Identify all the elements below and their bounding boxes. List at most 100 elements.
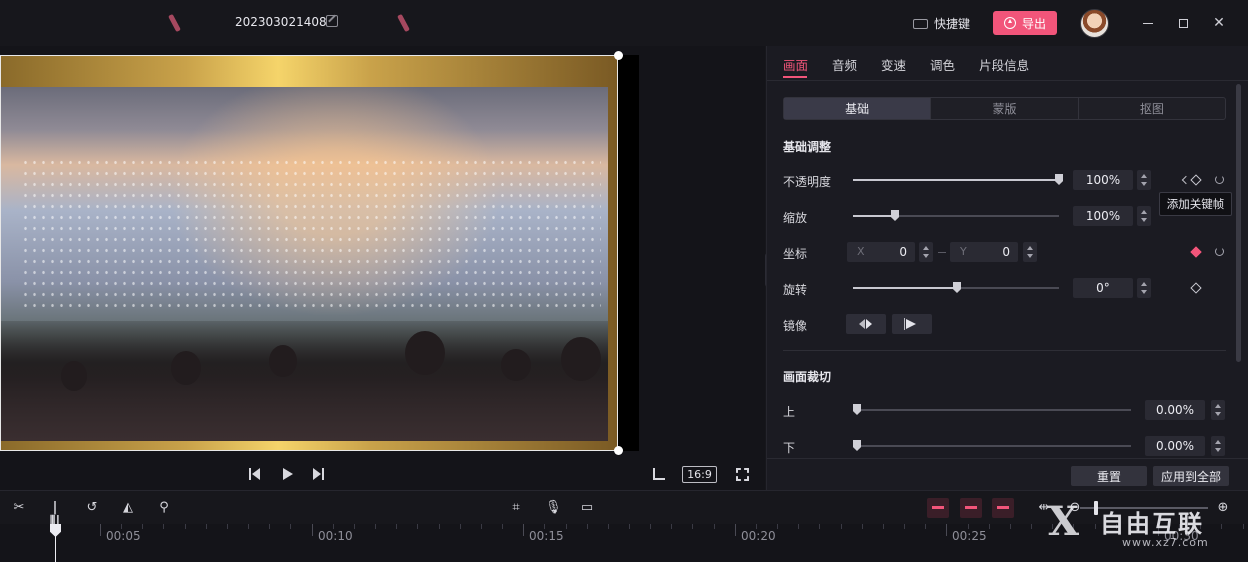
crop-bottom-slider-thumb[interactable] — [853, 440, 861, 451]
playback-bar: 16:9 — [0, 458, 765, 490]
resize-handle[interactable] — [614, 446, 623, 455]
mirror-horizontal-button[interactable] — [846, 314, 886, 334]
previous-frame-icon[interactable] — [249, 468, 261, 480]
position-x-stepper[interactable] — [919, 242, 933, 262]
tab-clip-info[interactable]: 片段信息 — [979, 55, 1029, 74]
next-frame-icon[interactable] — [313, 468, 325, 480]
trim-icon[interactable]: |⦀| — [48, 501, 62, 529]
opacity-value[interactable]: 100% — [1073, 170, 1133, 190]
video-clip-frame[interactable] — [0, 55, 618, 451]
camera-icon[interactable]: ▭ — [580, 501, 594, 515]
export-button[interactable]: 导出 — [993, 11, 1057, 35]
ruler-tick — [925, 524, 926, 529]
reset-button[interactable]: 重置 — [1071, 466, 1147, 486]
maximize-icon — [1178, 18, 1188, 28]
edit-icon[interactable] — [326, 15, 338, 27]
opacity-slider-thumb[interactable] — [1055, 174, 1063, 185]
crop-bottom-slider[interactable] — [853, 440, 1131, 451]
fullscreen-icon[interactable] — [736, 468, 749, 481]
ruler-tick — [460, 524, 461, 529]
position-y-stepper[interactable] — [1023, 242, 1037, 262]
fireworks-sparkle — [21, 157, 601, 307]
ruler-tick — [883, 524, 884, 529]
ruler-tick — [163, 524, 164, 529]
shortcut-label: 快捷键 — [934, 17, 971, 31]
reverse-icon[interactable]: ↺ — [85, 501, 99, 515]
minimize-button[interactable] — [1138, 13, 1158, 33]
add-keyframe-icon[interactable] — [1190, 282, 1202, 294]
crop-top-slider[interactable] — [853, 404, 1131, 415]
position-y-field[interactable]: Y 0 — [950, 242, 1018, 262]
scale-value[interactable]: 100% — [1073, 206, 1133, 226]
subtab-basic[interactable]: 基础 — [784, 98, 932, 119]
previous-keyframe-icon[interactable] — [1181, 175, 1191, 185]
crop-bottom-label: 下 — [783, 441, 796, 455]
subtab-mask[interactable]: 蒙版 — [931, 98, 1079, 119]
y-prefix: Y — [960, 245, 967, 258]
project-title[interactable]: 202303021408 — [235, 15, 327, 29]
shortcut-button[interactable]: 快捷键 — [913, 15, 970, 32]
microphone-icon[interactable]: 🎙 — [545, 501, 562, 515]
opacity-stepper[interactable] — [1137, 170, 1151, 190]
crop-top-stepper[interactable] — [1211, 400, 1225, 420]
position-separator — [938, 252, 946, 253]
main-track-magnet-icon[interactable] — [927, 498, 949, 518]
opacity-slider[interactable] — [853, 174, 1063, 185]
mirror-label: 镜像 — [783, 319, 808, 333]
play-icon[interactable] — [283, 468, 293, 480]
mirror-icon[interactable]: ◭ — [121, 501, 135, 515]
crop-top-value[interactable]: 0.00% — [1145, 400, 1205, 420]
panel-footer: 重置 应用到全部 — [767, 458, 1248, 490]
add-keyframe-icon[interactable] — [1190, 174, 1202, 186]
position-x-field[interactable]: X 0 — [847, 242, 915, 262]
rotation-slider-thumb[interactable] — [953, 282, 961, 293]
x-value: 0 — [899, 245, 907, 259]
ruler-tick — [608, 524, 609, 529]
crop-top-slider-thumb[interactable] — [853, 404, 861, 415]
crop-bottom-value[interactable]: 0.00% — [1145, 436, 1205, 456]
ruler-tick — [904, 524, 905, 529]
auto-snap-icon[interactable] — [960, 498, 982, 518]
resize-handle[interactable] — [614, 51, 623, 60]
y-value: 0 — [1002, 245, 1010, 259]
tab-picture[interactable]: 画面 — [783, 55, 808, 74]
crop-bottom-stepper[interactable] — [1211, 436, 1225, 456]
crop-icon[interactable] — [653, 468, 665, 480]
ruler-label: 00:05 — [106, 529, 141, 543]
aspect-ratio-button[interactable]: 16:9 — [682, 466, 717, 483]
crowd-head — [171, 351, 201, 385]
title-bar: 202303021408 快捷键 导出 ✕ — [0, 0, 1248, 46]
split-scissors-icon[interactable]: ✂ — [12, 501, 26, 515]
scale-slider-thumb[interactable] — [891, 210, 899, 221]
subtab-cutout[interactable]: 抠图 — [1079, 98, 1225, 119]
reset-icon[interactable] — [1215, 175, 1224, 184]
tab-speed[interactable]: 变速 — [881, 55, 906, 74]
panel-scrollbar[interactable] — [1236, 84, 1241, 362]
tab-color[interactable]: 调色 — [930, 55, 955, 74]
pin-icon[interactable]: ⚲ — [157, 501, 171, 515]
maximize-button[interactable] — [1173, 13, 1193, 33]
ruler-tick — [650, 524, 651, 529]
scale-stepper[interactable] — [1137, 206, 1151, 226]
close-button[interactable]: ✕ — [1209, 13, 1229, 33]
keyframe-active-icon[interactable] — [1190, 246, 1202, 258]
video-image — [1, 87, 608, 441]
reset-icon[interactable] — [1215, 247, 1224, 256]
rotation-stepper[interactable] — [1137, 278, 1151, 298]
ruler-tick — [629, 524, 630, 529]
crowd-head — [61, 361, 87, 391]
apply-to-all-button[interactable]: 应用到全部 — [1153, 466, 1229, 486]
scale-slider[interactable] — [853, 210, 1059, 221]
rotation-value[interactable]: 0° — [1073, 278, 1133, 298]
tab-audio[interactable]: 音频 — [832, 55, 857, 74]
opacity-slider-fill — [853, 179, 1059, 181]
snap-indicator — [965, 506, 977, 509]
minimize-icon — [1143, 22, 1153, 24]
mirror-vertical-button[interactable] — [892, 314, 932, 334]
linkage-icon[interactable] — [992, 498, 1014, 518]
ruler-tick — [481, 524, 482, 529]
avatar[interactable] — [1080, 9, 1109, 38]
text-recognition-icon[interactable]: ⌗ — [509, 501, 523, 515]
rotation-slider[interactable] — [853, 282, 1059, 293]
ruler-tick — [417, 524, 418, 529]
